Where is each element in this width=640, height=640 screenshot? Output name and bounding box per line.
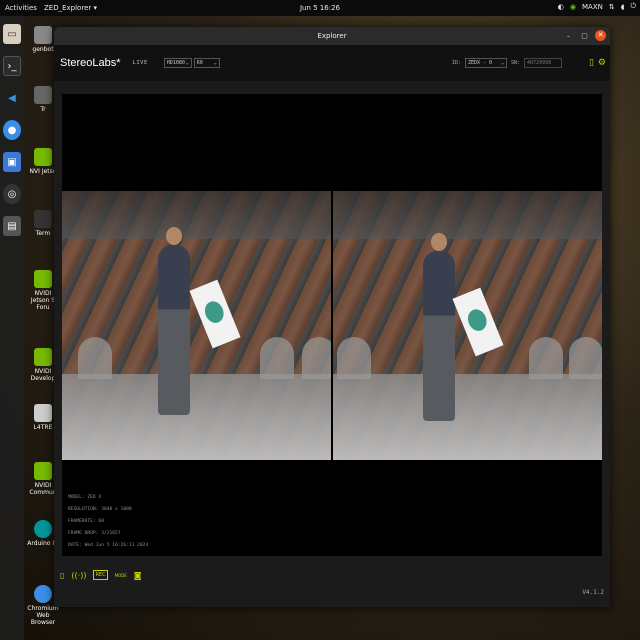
maximize-button[interactable]: ▢ xyxy=(579,32,590,40)
person-head xyxy=(431,233,447,251)
top-bar: Activities ZED_Explorer ▾ Jun 5 16:26 ◐ … xyxy=(0,0,640,16)
window-titlebar[interactable]: Explorer – ▢ ✕ xyxy=(54,27,610,45)
person xyxy=(158,245,190,415)
home-folder-icon xyxy=(34,26,52,44)
bottom-icons: ▯ ((·)) REC MODE ◙ xyxy=(60,570,142,580)
meta-framerate: FRAMERATE: 60 xyxy=(68,519,104,524)
nvidia-icon xyxy=(34,462,52,480)
app-grid-icon[interactable]: ▤ xyxy=(3,216,21,236)
right-camera-frame[interactable] xyxy=(333,191,602,460)
mode-label[interactable]: MODE xyxy=(115,573,127,578)
stereo-viewer: MODEL: ZED X RESOLUTION: 3840 x 1080 FRA… xyxy=(62,94,602,556)
camera-metadata: MODEL: ZED X RESOLUTION: 3840 x 1080 FRA… xyxy=(68,492,148,552)
network-icon[interactable]: ⇅ xyxy=(609,3,615,11)
terminal-icon[interactable]: ›_ xyxy=(3,56,21,76)
app-menu[interactable]: ZED_Explorer ▾ xyxy=(44,4,97,12)
nvidia-icon xyxy=(34,348,52,366)
minimize-button[interactable]: – xyxy=(563,32,574,40)
close-button[interactable]: ✕ xyxy=(595,30,606,41)
explorer-window: Explorer – ▢ ✕ StereoLabs* LIVE HD1080 ⌄… xyxy=(54,27,610,607)
person-head xyxy=(166,227,182,245)
person xyxy=(423,251,455,421)
stereo-frames xyxy=(62,191,602,460)
nvidia-icon xyxy=(34,270,52,288)
terminal-icon xyxy=(34,210,52,228)
window-title: Explorer xyxy=(317,32,347,40)
camera-id-select[interactable]: ZEDX - 0 ⌄ xyxy=(464,58,507,68)
arduino-icon xyxy=(34,520,52,538)
screenshot-icon[interactable]: ▣ xyxy=(3,152,21,172)
chromium-icon[interactable]: ● xyxy=(3,120,21,140)
dock: ▭ ›_ ◀ ● ▣ ◎ ▤ xyxy=(0,16,24,640)
resolution-select[interactable]: HD1080 ⌄ xyxy=(163,58,192,68)
document-icon xyxy=(34,404,52,422)
volume-icon[interactable]: ◖ xyxy=(621,3,625,11)
fps-select[interactable]: 60 ⌄ xyxy=(193,58,220,68)
meta-date: DATE: Wed Jun 5 16:26:11 2024 xyxy=(68,543,149,548)
sn-label: SN: xyxy=(510,60,520,66)
broadcast-icon[interactable]: ((·)) xyxy=(71,571,86,580)
explorer-toolbar: StereoLabs* LIVE HD1080 ⌄ 60 ⌄ ID: ZEDX … xyxy=(54,45,610,81)
held-poster xyxy=(189,279,241,349)
power-icon[interactable]: ⏻ xyxy=(630,2,636,11)
chevron-down-icon: ⌄ xyxy=(185,60,189,66)
system-tray: ◐ ◉ MAXN ⇅ ◖ ⏻ xyxy=(558,2,636,11)
record-button[interactable]: REC xyxy=(93,570,108,580)
meta-model: MODEL: ZED X xyxy=(68,495,102,500)
trash-icon xyxy=(34,86,52,104)
bottom-toolbar: ▯ ((·)) REC MODE ◙ V4.1.2 xyxy=(54,556,610,607)
power-mode-label[interactable]: MAXN xyxy=(582,3,603,11)
version-label: V4.1.2 xyxy=(582,589,604,596)
left-camera-frame[interactable] xyxy=(62,191,331,460)
vscode-icon[interactable]: ◀ xyxy=(3,88,21,108)
app-indicator-icon[interactable]: ◐ xyxy=(558,3,564,11)
camera-snapshot-icon[interactable]: ◙ xyxy=(134,571,142,580)
activities-button[interactable]: Activities xyxy=(0,4,44,12)
obs-icon[interactable]: ◎ xyxy=(3,184,21,204)
brand-logo: StereoLabs* xyxy=(60,57,121,69)
chevron-down-icon: ⌄ xyxy=(213,60,217,66)
held-poster xyxy=(452,287,504,357)
serial-number-field: 40729998 xyxy=(524,58,562,68)
power-mode-icon[interactable]: ◉ xyxy=(570,3,576,11)
files-icon[interactable]: ▭ xyxy=(3,24,21,44)
chromium-icon xyxy=(34,585,52,603)
camera-id-group: ID: ZEDX - 0 ⌄ SN: 40729998 xyxy=(452,58,562,68)
gear-icon[interactable]: ⚙ xyxy=(598,58,606,68)
file-icon[interactable]: ▯ xyxy=(60,571,64,580)
meta-frame-drop: FRAME DROP: 3/21657 xyxy=(68,531,121,536)
camera-settings-icon[interactable]: ▯ xyxy=(589,58,594,68)
live-mode-label[interactable]: LIVE xyxy=(133,60,148,66)
window-controls: – ▢ ✕ xyxy=(563,30,606,41)
meta-resolution: RESOLUTION: 3840 x 1080 xyxy=(68,507,132,512)
id-label: ID: xyxy=(451,60,461,66)
chevron-down-icon: ⌄ xyxy=(500,60,504,66)
toolbar-icons: ▯ ⚙ xyxy=(589,58,606,68)
nvidia-icon xyxy=(34,148,52,166)
